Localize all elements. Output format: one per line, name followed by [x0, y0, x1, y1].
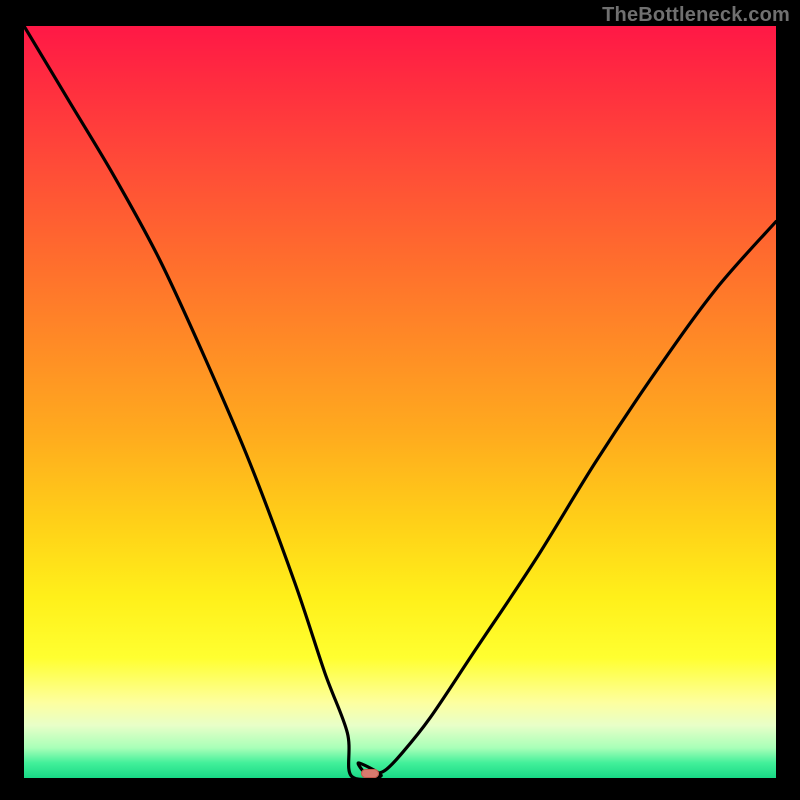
chart-container: TheBottleneck.com — [0, 0, 800, 800]
watermark-text: TheBottleneck.com — [602, 4, 790, 27]
curve-path — [24, 26, 776, 778]
plot-area — [24, 26, 776, 778]
optimal-point-marker — [361, 769, 378, 778]
bottleneck-curve — [24, 26, 776, 778]
